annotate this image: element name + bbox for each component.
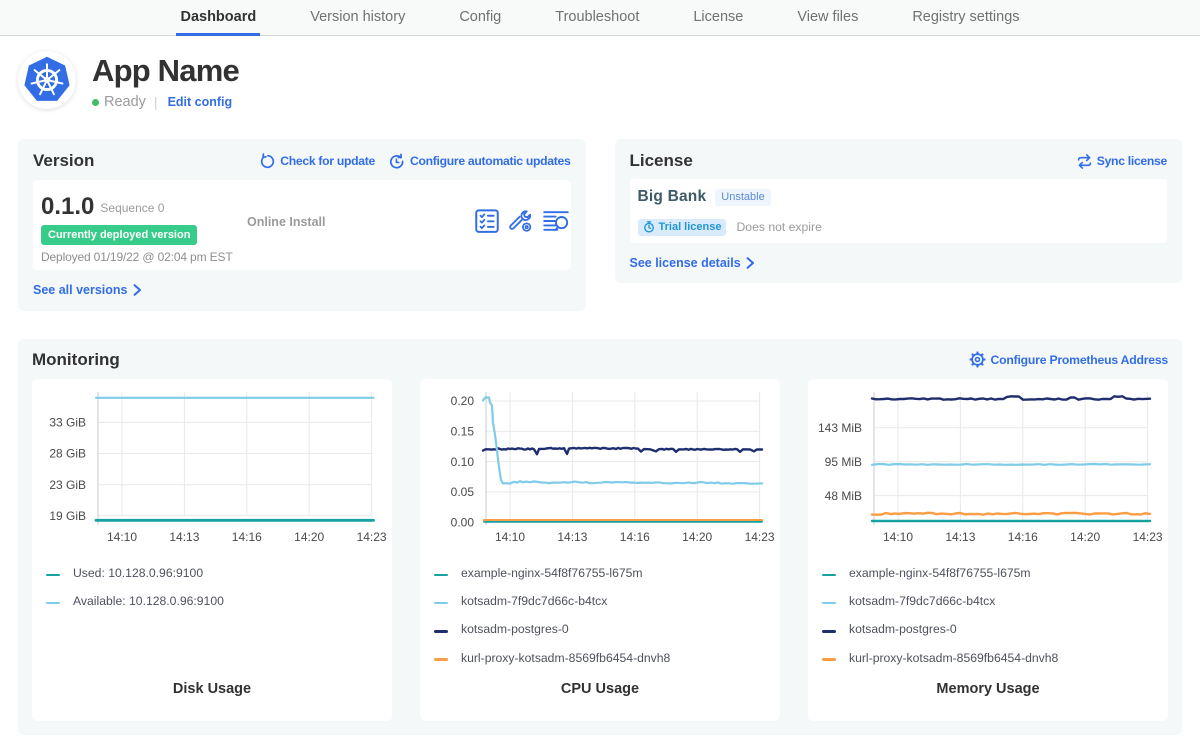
svg-text:0.15: 0.15 bbox=[451, 425, 475, 439]
svg-text:14:23: 14:23 bbox=[745, 530, 775, 544]
svg-text:14:16: 14:16 bbox=[232, 530, 262, 544]
svg-text:14:13: 14:13 bbox=[169, 530, 199, 544]
svg-text:14:16: 14:16 bbox=[620, 530, 650, 544]
svg-text:0.20: 0.20 bbox=[451, 394, 475, 408]
svg-text:28 GiB: 28 GiB bbox=[49, 447, 86, 461]
svg-text:14:23: 14:23 bbox=[1133, 530, 1163, 544]
svg-text:14:13: 14:13 bbox=[945, 530, 975, 544]
svg-text:0.00: 0.00 bbox=[451, 515, 475, 529]
svg-text:14:10: 14:10 bbox=[495, 530, 525, 544]
svg-text:14:20: 14:20 bbox=[294, 530, 324, 544]
svg-text:14:20: 14:20 bbox=[1070, 530, 1100, 544]
svg-text:95 MiB: 95 MiB bbox=[825, 455, 862, 469]
svg-text:14:23: 14:23 bbox=[357, 530, 387, 544]
svg-text:0.05: 0.05 bbox=[451, 485, 475, 499]
svg-text:0.10: 0.10 bbox=[451, 455, 475, 469]
svg-text:14:20: 14:20 bbox=[682, 530, 712, 544]
svg-text:19 GiB: 19 GiB bbox=[49, 509, 86, 523]
svg-text:48 MiB: 48 MiB bbox=[825, 489, 862, 503]
svg-text:14:16: 14:16 bbox=[1008, 530, 1038, 544]
svg-text:23 GiB: 23 GiB bbox=[49, 478, 86, 492]
svg-text:14:10: 14:10 bbox=[107, 530, 137, 544]
svg-text:33 GiB: 33 GiB bbox=[49, 416, 86, 430]
svg-text:143 MiB: 143 MiB bbox=[818, 421, 862, 435]
svg-text:14:10: 14:10 bbox=[883, 530, 913, 544]
svg-text:14:13: 14:13 bbox=[557, 530, 587, 544]
